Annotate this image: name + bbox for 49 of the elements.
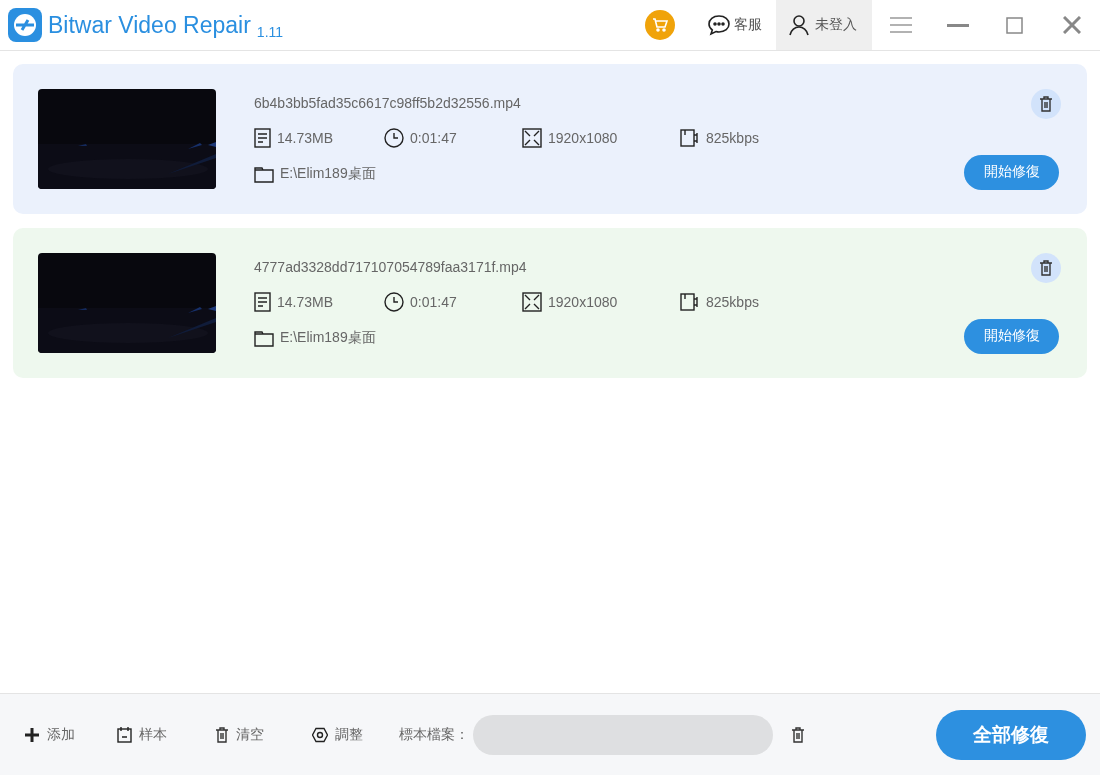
trash-icon: [1039, 259, 1053, 276]
sample-button[interactable]: 样本: [117, 725, 167, 744]
file-name: 4777ad3328dd717107054789faa3171f.mp4: [254, 259, 528, 275]
version-label: 1.11: [256, 24, 284, 40]
file-name: 6b4b3bb5fad35c6617c98ff5b2d32556.mp4: [254, 95, 522, 111]
start-repair-button[interactable]: 開始修復: [964, 318, 1059, 354]
trash-icon: [1039, 95, 1053, 112]
clock-icon: [384, 128, 404, 148]
chat-bubble-icon: [707, 14, 731, 36]
clock-icon: [384, 292, 404, 312]
account-button[interactable]: 未登入: [776, 0, 872, 50]
start-repair-button[interactable]: 開始修復: [964, 154, 1059, 190]
bitrate: 825kbps: [706, 130, 759, 146]
file-icon: [254, 292, 271, 312]
cart-icon[interactable]: [645, 10, 675, 40]
app-logo-icon: [8, 8, 42, 42]
repair-all-button[interactable]: 全部修復: [936, 709, 1086, 760]
file-path: E:\Elim189桌面: [280, 165, 376, 183]
delete-button[interactable]: [1031, 252, 1061, 283]
resolution-icon: [522, 292, 542, 312]
add-button[interactable]: 添加: [24, 725, 75, 744]
file-size: 14.73MB: [277, 294, 334, 310]
file-size: 14.73MB: [277, 130, 334, 146]
file-path: E:\Elim189桌面: [280, 329, 376, 347]
trash-icon: [791, 726, 805, 743]
bitrate: 825kbps: [706, 294, 759, 310]
folder-icon: [254, 165, 274, 183]
calendar-icon: [117, 726, 132, 743]
sample-file-field[interactable]: [473, 714, 773, 755]
plus-icon: [24, 726, 40, 743]
sample-file-label: 標本檔案：: [399, 725, 469, 744]
app-title: Bitwar Video Repair: [48, 11, 251, 39]
support-button[interactable]: 客服: [707, 14, 762, 36]
user-icon: [789, 14, 809, 36]
duration: 0:01:47: [410, 130, 457, 146]
hexagon-icon: [312, 726, 328, 743]
adjust-button[interactable]: 調整: [312, 725, 363, 744]
clear-sample-button[interactable]: [791, 726, 805, 743]
delete-button[interactable]: [1031, 88, 1061, 119]
resolution-icon: [522, 128, 542, 148]
trash-icon: [215, 726, 229, 743]
clear-button[interactable]: 清空: [215, 725, 264, 744]
resolution: 1920x1080: [548, 130, 618, 146]
file-icon: [254, 128, 271, 148]
duration: 0:01:47: [410, 294, 457, 310]
video-camera-icon: [680, 129, 700, 147]
video-camera-icon: [680, 293, 700, 311]
folder-icon: [254, 329, 274, 347]
resolution: 1920x1080: [548, 294, 618, 310]
